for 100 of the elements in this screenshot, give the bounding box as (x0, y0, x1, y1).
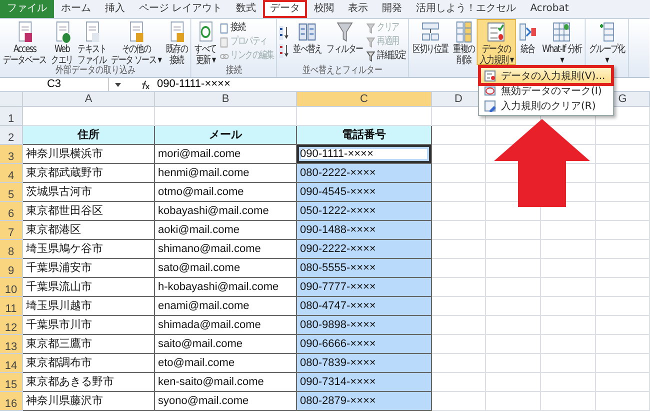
table-cell: 東京都武蔵野市 (23, 164, 155, 183)
row-header[interactable]: 4 (0, 164, 23, 183)
row-header[interactable]: 2 (0, 126, 23, 145)
row-header[interactable]: 3 (0, 145, 23, 164)
table-cell: 080-2222-×××× (297, 164, 432, 183)
sort-ascending-icon[interactable] (280, 26, 290, 40)
funnel-icon (366, 36, 376, 48)
ribbon-tab[interactable]: 活用しよう！エクセル (409, 0, 524, 18)
table-cell (486, 373, 541, 392)
ribbon-tab[interactable]: 校閲 (307, 0, 342, 18)
ribbon-tab[interactable]: Acrobat (523, 0, 576, 18)
ribbon-tab[interactable]: 挿入 (98, 0, 132, 18)
ribbon-button[interactable]: What-If 分析 ▾ (540, 19, 584, 65)
row-header[interactable]: 13 (0, 335, 23, 354)
table-cell (541, 297, 596, 316)
table-cell (432, 297, 486, 316)
ribbon-button[interactable]: フィルター (324, 19, 366, 65)
formula-field[interactable]: 090-1111-×××× (157, 78, 230, 91)
row-header[interactable]: 9 (0, 259, 23, 278)
table-cell: 埼玉県川越市 (23, 297, 155, 316)
table-cell: 東京都世田谷区 (23, 202, 155, 221)
ribbon-tab[interactable]: 数式 (229, 0, 264, 18)
table-cell (432, 335, 486, 354)
table-cell: 住所 (23, 126, 155, 145)
table-icon (552, 20, 572, 44)
row-header[interactable]: 10 (0, 278, 23, 297)
ribbon-tab[interactable]: ページ レイアウト (132, 0, 230, 18)
table-cell (596, 145, 650, 164)
table-cell: 080-9898-×××× (297, 316, 432, 335)
document-icon (220, 22, 230, 34)
table-cell: メール (155, 126, 297, 145)
group-label: 外部データの取り込み (54, 65, 136, 77)
row-header[interactable]: 14 (0, 354, 23, 373)
table-cell (486, 392, 541, 411)
row-header[interactable]: 6 (0, 202, 23, 221)
caret-icon[interactable] (113, 80, 123, 88)
group-label: 並べ替えとフィルター (302, 65, 384, 77)
ribbon-button[interactable]: Access データベース (0, 19, 49, 65)
column-header[interactable]: A (23, 92, 155, 107)
menu-item[interactable]: データの入力規則(V)... (481, 68, 612, 83)
table-cell: 090-1488-×××× (297, 221, 432, 240)
ribbon-tab[interactable]: ファイル (0, 0, 54, 18)
row-header[interactable]: 8 (0, 240, 23, 259)
table-cell (486, 297, 541, 316)
sort-descending-icon[interactable] (280, 44, 290, 58)
table-cell (596, 221, 650, 240)
table-cell (432, 316, 486, 335)
row-header[interactable]: 16 (0, 392, 23, 411)
ribbon-button[interactable]: グループ化 ▾ (586, 19, 628, 65)
row-header[interactable]: 5 (0, 183, 23, 202)
row-header[interactable]: 7 (0, 221, 23, 240)
table-cell (596, 240, 650, 259)
table-cell: 090-4545-×××× (297, 183, 432, 202)
column-header[interactable]: B (155, 92, 297, 107)
ribbon-tab[interactable]: 表示 (341, 0, 376, 18)
table-cell: 090-7777-×××× (297, 278, 432, 297)
table-cell (596, 316, 650, 335)
row-header[interactable]: 12 (0, 316, 23, 335)
row-header[interactable]: 1 (0, 107, 23, 126)
document-icon (220, 36, 230, 48)
funnel-icon (335, 20, 354, 44)
ribbon-button[interactable]: Web クエリ (48, 19, 76, 65)
name-box[interactable]: C3 (0, 78, 109, 91)
ribbon-tab[interactable]: データ (263, 0, 308, 18)
table-cell: 090-2222-×××× (297, 240, 432, 259)
ribbon-button[interactable]: 区切り位置 (410, 19, 451, 65)
table-cell (541, 335, 596, 354)
ribbon-button[interactable]: 統合 (516, 19, 540, 65)
row-header[interactable]: 15 (0, 373, 23, 392)
ribbon-button[interactable]: 並べ替え (290, 19, 324, 65)
ribbon-button[interactable]: 詳細設定 (366, 49, 406, 63)
ribbon-button[interactable]: すべて 更新 ▾ (192, 19, 219, 65)
table-cell: 千葉県流山市 (23, 278, 155, 297)
table-cell: 080-7839-×××× (297, 354, 432, 373)
ribbon-button[interactable]: データの 入力規則 ▾ (477, 19, 516, 65)
table-cell (432, 392, 486, 411)
table-cell (596, 202, 650, 221)
table-cell: 080-2879-×××× (297, 392, 432, 411)
table-cell (596, 373, 650, 392)
table-cell: 神奈川県横浜市 (23, 145, 155, 164)
table-cell (596, 164, 650, 183)
table-cell (486, 240, 541, 259)
ribbon-tab[interactable]: 開発 (375, 0, 410, 18)
table-cell (596, 126, 650, 145)
group-label: 接続 (224, 65, 243, 77)
ribbon-tab[interactable]: ホーム (54, 0, 98, 18)
column-header[interactable]: C (297, 92, 432, 107)
table-cell (432, 240, 486, 259)
ribbon-button[interactable]: 接続 (220, 21, 274, 35)
table-cell: 神奈川県藤沢市 (23, 392, 155, 411)
table-cell (486, 316, 541, 335)
table-cell (596, 183, 650, 202)
ribbon-button[interactable]: 既存の 接続 (164, 19, 190, 65)
row-header[interactable]: 11 (0, 297, 23, 316)
table-cell (432, 373, 486, 392)
table-cell (432, 221, 486, 240)
ribbon-button[interactable]: テキスト ファイル (75, 19, 109, 65)
table-cell: 埼玉県鳩ケ谷市 (23, 240, 155, 259)
ribbon-button[interactable]: 重複の 削除 (450, 19, 478, 65)
ribbon-button[interactable]: その他の データ ソース ▾ (108, 19, 164, 65)
